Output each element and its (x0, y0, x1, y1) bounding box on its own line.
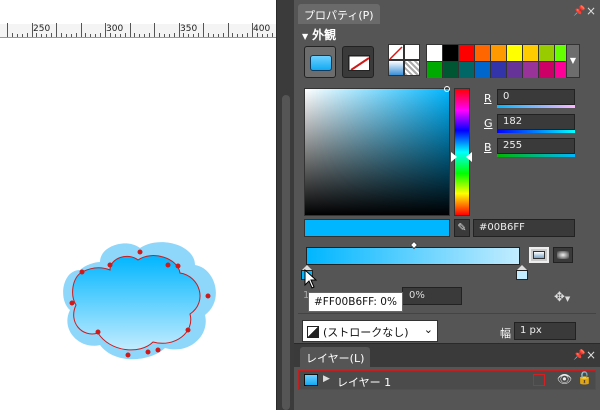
anchor-point[interactable] (69, 300, 75, 306)
layers-panel: レイヤー(L) 📌 × ▶ レイヤー 1 👁 🔓 (294, 343, 600, 410)
lock-icon[interactable]: 🔓 (577, 371, 592, 385)
anchor-point[interactable] (107, 262, 113, 268)
anchor-point[interactable] (145, 349, 151, 355)
fill-swatch-button[interactable] (304, 46, 336, 78)
close-icon[interactable]: × (586, 348, 596, 362)
anchor-point[interactable] (165, 262, 171, 268)
radial-gradient-button[interactable] (553, 247, 573, 263)
palette-swatch[interactable] (459, 62, 474, 78)
cloud-shape-layer[interactable] (0, 0, 276, 410)
stroke-style-label: (ストロークなし) (323, 326, 409, 339)
fill-preview (310, 55, 332, 71)
palette-swatch[interactable] (475, 45, 490, 61)
fill-mode-gradient-button[interactable] (388, 60, 404, 76)
palette-swatch[interactable] (427, 62, 442, 78)
properties-panel: プロパティ(P) 📌 × ▼ 外観 ▼ R 0 G 182 B 255 ✎ #0… (294, 0, 600, 343)
layer-color-indicator[interactable] (533, 374, 545, 386)
expand-arrow-icon[interactable]: ▶ (323, 374, 330, 384)
eye-icon[interactable]: 👁 (557, 372, 572, 386)
b-label: B (484, 141, 492, 154)
palette-swatch[interactable] (539, 62, 554, 78)
r-label: R (484, 92, 492, 105)
drawing-canvas[interactable]: 250 300 350 400 (0, 0, 276, 410)
palette-swatch[interactable] (523, 45, 538, 61)
fill-mode-solid-button[interactable] (404, 44, 420, 60)
stroke-style-icon (307, 326, 319, 338)
stroke-style-dropdown[interactable]: (ストロークなし) ⌄ (302, 320, 438, 342)
color-picker-cursor[interactable] (444, 86, 450, 92)
palette-swatch[interactable] (523, 62, 538, 78)
anchor-point[interactable] (79, 269, 85, 275)
section-divider (298, 313, 596, 314)
collapse-arrow-icon[interactable]: ▼ (302, 32, 308, 41)
gradient-stop-end[interactable] (516, 265, 528, 281)
color-palette (426, 44, 570, 78)
palette-swatch[interactable] (507, 62, 522, 78)
no-stroke-icon (348, 55, 370, 71)
palette-swatch[interactable] (443, 45, 458, 61)
hex-color-field[interactable]: #00B6FF (473, 219, 575, 237)
anchor-point[interactable] (137, 249, 143, 255)
app-window: 250 300 350 400 プロパティ(P) 📌 × ▼ 外観 ▼ R 0 … (0, 0, 600, 410)
chevron-down-icon: ⌄ (423, 323, 433, 336)
gradient-bar[interactable] (306, 247, 520, 265)
gradient-offset-field[interactable]: 0% (402, 287, 462, 305)
r-field[interactable]: 0 (497, 89, 575, 105)
tab-properties[interactable]: プロパティ(P) (298, 4, 380, 24)
close-icon[interactable]: × (586, 4, 596, 18)
layer-name[interactable]: レイヤー 1 (337, 374, 391, 390)
anchor-point[interactable] (155, 347, 161, 353)
palette-more-button[interactable]: ▼ (566, 44, 580, 78)
hue-marker-left[interactable] (451, 152, 457, 162)
layer-thumbnail (304, 374, 318, 386)
g-label: G (484, 117, 493, 130)
appearance-section-header[interactable]: ▼ 外観 (302, 26, 336, 43)
hue-marker-right[interactable] (466, 152, 472, 162)
appearance-title: 外観 (312, 28, 337, 42)
anchor-point[interactable] (205, 293, 211, 299)
stroke-width-field[interactable]: 1 px (514, 322, 576, 340)
saturation-value-picker[interactable] (304, 88, 450, 216)
palette-swatch[interactable] (459, 45, 474, 61)
pin-icon[interactable]: 📌 (573, 350, 585, 361)
g-slider[interactable] (497, 130, 575, 133)
palette-swatch[interactable] (443, 62, 458, 78)
r-slider[interactable] (497, 105, 575, 108)
g-field[interactable]: 182 (497, 114, 575, 130)
palette-swatch[interactable] (491, 62, 506, 78)
stroke-swatch-button[interactable] (342, 46, 374, 78)
layers-list: ▶ レイヤー 1 👁 🔓 (294, 367, 600, 410)
fill-mode-none-button[interactable] (388, 44, 404, 60)
pin-icon[interactable]: 📌 (573, 6, 585, 17)
b-slider[interactable] (497, 154, 575, 157)
palette-swatch[interactable] (491, 45, 506, 61)
gradient-stop-tooltip: #FF00B6FF: 0% (308, 292, 403, 312)
b-field[interactable]: 255 (497, 138, 575, 154)
vertical-scrollbar[interactable] (282, 95, 290, 410)
palette-swatch[interactable] (539, 45, 554, 61)
anchor-point[interactable] (175, 263, 181, 269)
mouse-cursor-icon (304, 269, 318, 289)
anchor-point[interactable] (95, 329, 101, 335)
layer-row[interactable]: ▶ レイヤー 1 👁 🔓 (298, 370, 596, 390)
eyedropper-icon[interactable]: ✎ (454, 219, 470, 237)
palette-swatch[interactable] (475, 62, 490, 78)
panel-splitter[interactable] (276, 0, 294, 410)
palette-swatch[interactable] (507, 45, 522, 61)
palette-swatch[interactable] (427, 45, 442, 61)
layers-tabstrip: レイヤー(L) 📌 × (294, 343, 600, 368)
stroke-width-label: 幅 (500, 327, 511, 340)
linear-gradient-button[interactable] (529, 247, 549, 263)
tab-layers[interactable]: レイヤー(L) (300, 347, 371, 368)
anchor-point[interactable] (125, 352, 131, 358)
transform-icon[interactable]: ✥▼ (554, 290, 570, 305)
current-color-preview (304, 219, 450, 237)
anchor-point[interactable] (185, 327, 191, 333)
fill-mode-pattern-button[interactable] (404, 60, 420, 76)
